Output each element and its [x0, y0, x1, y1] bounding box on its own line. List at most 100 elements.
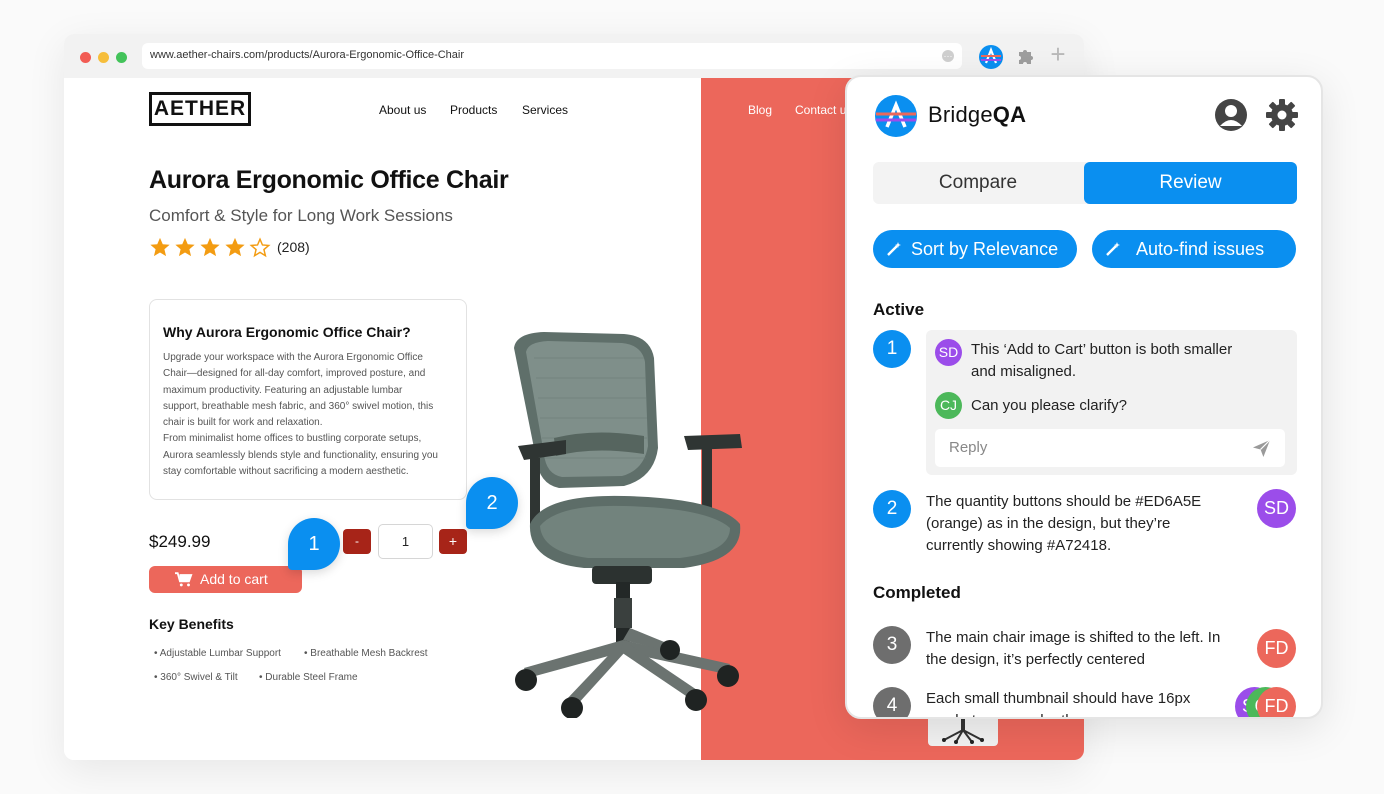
avatar: SD [935, 339, 962, 366]
issue-thread-1[interactable]: SD This ‘Add to Cart’ button is both sma… [926, 330, 1297, 475]
benefit-item: • 360° Swivel & Tilt [154, 672, 238, 683]
avatar: FD [1257, 687, 1296, 717]
comment-line: and misaligned. [971, 363, 1077, 380]
bridgeqa-panel: BridgeQA Compare Review Sort by Relevanc… [845, 75, 1323, 719]
nav-services[interactable]: Services [522, 103, 568, 117]
comment-text: This ‘Add to Cart’ button is both smalle… [971, 339, 1232, 383]
brand-suffix: QA [992, 102, 1027, 127]
magic-wand-icon [1106, 242, 1120, 256]
reply-placeholder: Reply [949, 439, 988, 456]
avatar: CJ [935, 392, 962, 419]
bridgeqa-brand: BridgeQA [928, 102, 1026, 128]
quantity-input[interactable]: 1 [378, 524, 433, 559]
bridgeqa-extension-icon[interactable] [978, 44, 1004, 70]
issue-line: The main chair image is shifted to the l… [926, 629, 1221, 646]
issue-line: The quantity buttons should be #ED6A5E [926, 493, 1202, 510]
why-line: chair is built for work and relaxation. [163, 417, 323, 429]
why-line: maximum productivity. Featuring an adjus… [163, 384, 403, 396]
issue-number-1[interactable]: 1 [873, 330, 911, 368]
why-line: From minimalist home offices to bustling… [163, 433, 422, 445]
minimize-window-button[interactable] [98, 52, 109, 63]
star-empty-icon [249, 237, 271, 258]
why-line: Aurora seamlessly blends style and funct… [163, 449, 438, 461]
star-filled-icon [225, 237, 245, 257]
issue-number-2[interactable]: 2 [873, 490, 911, 528]
product-price: $249.99 [149, 532, 211, 551]
benefit-label: Breathable Mesh Backrest [310, 648, 428, 659]
issue-text-4[interactable]: Each small thumbnail should have 16px ga… [926, 688, 1191, 717]
issue-number-3[interactable]: 3 [873, 626, 911, 664]
star-filled-icon [200, 237, 220, 257]
key-benefits-title: Key Benefits [149, 616, 234, 632]
benefit-label: Durable Steel Frame [265, 672, 358, 683]
url-text: www.aether-chairs.com/products/Aurora-Er… [150, 49, 465, 61]
auto-find-issues-button[interactable]: Auto-find issues [1092, 230, 1296, 268]
why-line: stay comfortable without sacrificing a m… [163, 466, 409, 478]
issue-line: the design, it’s perfectly centered [926, 651, 1146, 668]
brand-prefix: Bridge [928, 102, 993, 127]
mode-switch: Compare Review [873, 162, 1297, 204]
completed-section-title: Completed [873, 583, 961, 602]
active-section-title: Active [873, 300, 925, 319]
benefit-label: 360° Swivel & Tilt [160, 672, 238, 683]
why-line: Chair—designed for all-day comfort, impr… [163, 368, 426, 380]
why-card: Why Aurora Ergonomic Office Chair? Upgra… [149, 299, 467, 500]
address-bar[interactable]: www.aether-chairs.com/products/Aurora-Er… [142, 43, 962, 69]
comment-line: This ‘Add to Cart’ button is both smalle… [971, 341, 1233, 358]
quantity-increase-button[interactable]: + [439, 529, 467, 554]
avatar: FD [1257, 629, 1296, 668]
new-tab-button[interactable]: + [1046, 41, 1070, 68]
issue-pin-2[interactable]: 2 [466, 477, 518, 529]
tab-review[interactable]: Review [1084, 162, 1297, 204]
reply-input[interactable]: Reply [935, 429, 1285, 467]
screenshot-stage: www.aether-chairs.com/products/Aurora-Er… [0, 0, 1384, 794]
issue-text-2[interactable]: The quantity buttons should be #ED6A5E (… [926, 491, 1201, 557]
nav-contact[interactable]: Contact u [795, 103, 846, 117]
autofind-label: Auto-find issues [1136, 239, 1265, 259]
tab-compare[interactable]: Compare [873, 162, 1083, 204]
benefit-item: • Breathable Mesh Backrest [304, 648, 428, 659]
nav-blog[interactable]: Blog [748, 103, 772, 117]
benefit-item: • Adjustable Lumbar Support [154, 648, 281, 659]
site-logo[interactable]: AETHER [149, 92, 251, 126]
nav-about-us[interactable]: About us [379, 103, 426, 117]
magic-wand-icon [887, 242, 901, 256]
product-subtitle: Comfort & Style for Long Work Sessions [149, 206, 453, 225]
issue-line: Each small thumbnail should have 16px [926, 690, 1191, 707]
issue-text-3[interactable]: The main chair image is shifted to the l… [926, 627, 1220, 671]
issue-pin-1[interactable]: 1 [288, 518, 340, 570]
avatar: SD [1257, 489, 1296, 528]
comment-text: Can you please clarify? [971, 395, 1127, 417]
extensions-puzzle-icon[interactable] [1016, 46, 1036, 66]
product-title: Aurora Ergonomic Office Chair [149, 166, 509, 194]
add-to-cart-button[interactable]: Add to cart [149, 566, 302, 593]
comment-line: Can you please clarify? [971, 397, 1127, 414]
chair-image[interactable] [504, 328, 752, 718]
benefit-label: Adjustable Lumbar Support [159, 648, 281, 659]
review-count[interactable]: (208) [277, 239, 310, 255]
browser-toolbar: www.aether-chairs.com/products/Aurora-Er… [64, 34, 1084, 78]
why-title: Why Aurora Ergonomic Office Chair? [163, 324, 411, 340]
user-account-icon[interactable] [1214, 98, 1248, 132]
star-rating [149, 236, 271, 258]
settings-gear-icon[interactable] [1265, 98, 1299, 132]
issue-line: (orange) as in the design, but they’re [926, 515, 1171, 532]
send-icon[interactable] [1252, 439, 1271, 458]
why-line: support, breathable mesh fabric, and 360… [163, 400, 434, 412]
issue-line: currently showing #A72418. [926, 537, 1112, 554]
sort-label: Sort by Relevance [911, 239, 1059, 259]
issue-number-4[interactable]: 4 [873, 687, 911, 717]
quantity-decrease-button[interactable]: - [343, 529, 371, 554]
star-filled-icon [150, 237, 170, 257]
close-window-button[interactable] [80, 52, 91, 63]
why-body: Upgrade your workspace with the Aurora E… [163, 350, 459, 480]
star-filled-icon [175, 237, 195, 257]
more-icon[interactable]: ··· [942, 50, 954, 62]
issue-line: gap between each other [926, 710, 1190, 717]
sort-by-relevance-button[interactable]: Sort by Relevance [873, 230, 1077, 268]
maximize-window-button[interactable] [116, 52, 127, 63]
benefit-item: • Durable Steel Frame [259, 672, 358, 683]
why-line: Upgrade your workspace with the Aurora E… [163, 352, 423, 363]
bridgeqa-logo-icon [875, 95, 917, 137]
nav-products[interactable]: Products [450, 103, 497, 117]
